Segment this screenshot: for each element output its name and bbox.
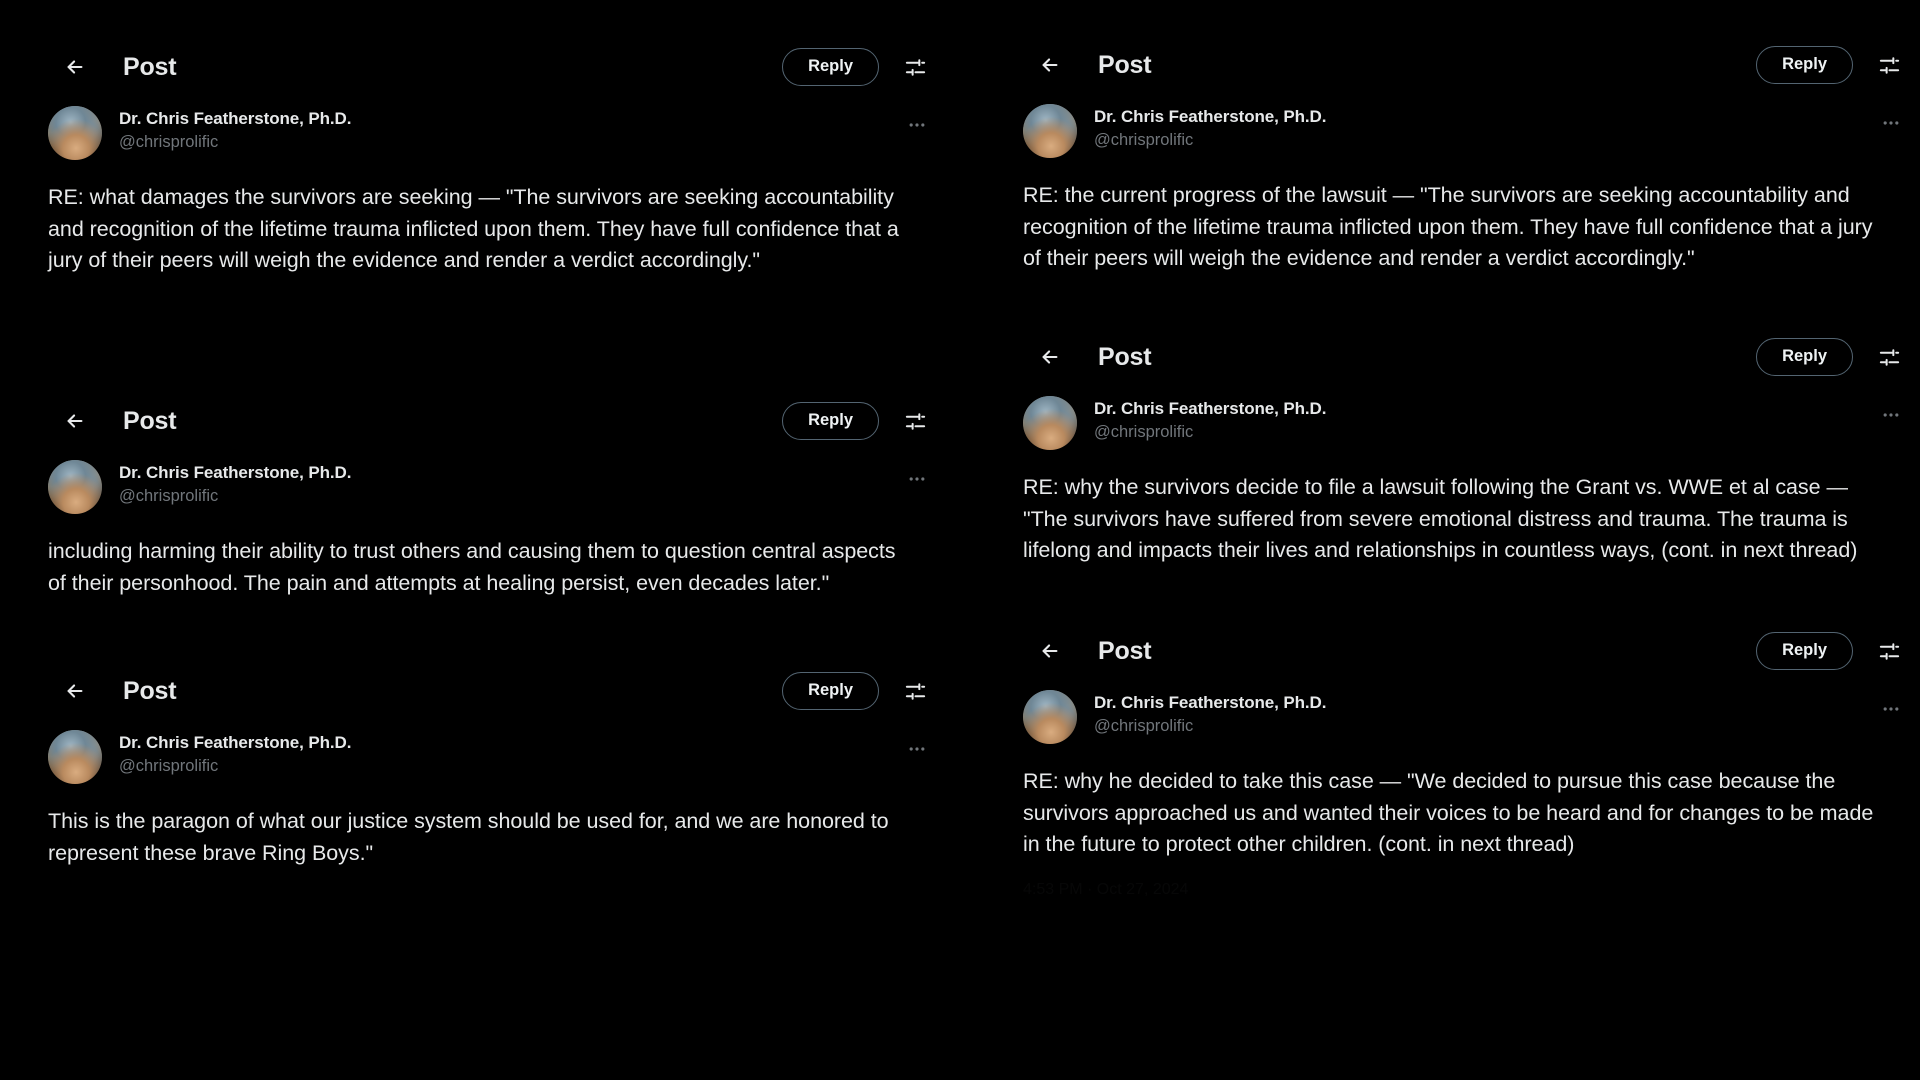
back-arrow-icon[interactable]: [58, 404, 92, 438]
post-body-text: RE: why he decided to take this case — "…: [1023, 769, 1880, 857]
author-row[interactable]: Dr. Chris Featherstone, Ph.D. @chrisprol…: [0, 106, 958, 160]
author-row[interactable]: Dr. Chris Featherstone, Ph.D. @chrisprol…: [0, 730, 958, 784]
post-header: Post Reply: [1003, 620, 1920, 682]
avatar[interactable]: [48, 460, 102, 514]
avatar-image: [48, 460, 102, 514]
post-panel: Post Reply Dr. Chris Featherstone, Ph.D.…: [1003, 326, 1920, 567]
avatar[interactable]: [1023, 690, 1077, 744]
post-header: Post Reply: [0, 390, 958, 452]
post-panel: Post Reply Dr. Chris Featherstone, Ph.D.…: [0, 660, 958, 869]
more-options-icon[interactable]: [902, 464, 932, 494]
post-panel: Post Reply Dr. Chris Featherstone, Ph.D.…: [0, 390, 958, 599]
author-name[interactable]: Dr. Chris Featherstone, Ph.D.: [119, 108, 351, 130]
post-panel: Post Reply Dr. Chris Featherstone, Ph.D.…: [1003, 620, 1920, 899]
author-handle[interactable]: @chrisprolific: [119, 755, 351, 779]
back-arrow-icon[interactable]: [58, 674, 92, 708]
post-header: Post Reply: [0, 660, 958, 722]
author-name[interactable]: Dr. Chris Featherstone, Ph.D.: [1094, 106, 1326, 128]
post-body-text: including harming their ability to trust…: [48, 539, 902, 595]
back-arrow-icon[interactable]: [1033, 48, 1067, 82]
author-text: Dr. Chris Featherstone, Ph.D. @chrisprol…: [1094, 104, 1326, 153]
author-name[interactable]: Dr. Chris Featherstone, Ph.D.: [1094, 692, 1326, 714]
author-handle[interactable]: @chrisprolific: [119, 485, 351, 509]
author-handle[interactable]: @chrisprolific: [1094, 421, 1326, 445]
author-text: Dr. Chris Featherstone, Ph.D. @chrisprol…: [1094, 396, 1326, 445]
reply-button[interactable]: Reply: [1756, 632, 1853, 670]
author-handle[interactable]: @chrisprolific: [119, 131, 351, 155]
page-title: Post: [123, 676, 177, 705]
author-text: Dr. Chris Featherstone, Ph.D. @chrisprol…: [1094, 690, 1326, 739]
sliders-icon[interactable]: [898, 50, 932, 84]
post-panel: Post Reply Dr. Chris Featherstone, Ph.D.…: [0, 36, 958, 277]
back-arrow-icon[interactable]: [1033, 634, 1067, 668]
author-text: Dr. Chris Featherstone, Ph.D. @chrisprol…: [119, 730, 351, 779]
reply-button[interactable]: Reply: [782, 48, 879, 86]
sliders-icon[interactable]: [1872, 340, 1906, 374]
avatar[interactable]: [1023, 396, 1077, 450]
avatar[interactable]: [48, 106, 102, 160]
reply-button[interactable]: Reply: [1756, 46, 1853, 84]
author-text: Dr. Chris Featherstone, Ph.D. @chrisprol…: [119, 106, 351, 155]
author-row[interactable]: Dr. Chris Featherstone, Ph.D. @chrisprol…: [1003, 104, 1920, 158]
more-options-icon[interactable]: [902, 110, 932, 140]
author-handle[interactable]: @chrisprolific: [1094, 129, 1326, 153]
avatar-image: [1023, 396, 1077, 450]
reply-button[interactable]: Reply: [782, 402, 879, 440]
page-title: Post: [1098, 636, 1152, 665]
more-options-icon[interactable]: [1876, 694, 1906, 724]
left-post-column: Post Reply Dr. Chris Featherstone, Ph.D.…: [0, 0, 958, 1080]
author-handle[interactable]: @chrisprolific: [1094, 715, 1326, 739]
author-name[interactable]: Dr. Chris Featherstone, Ph.D.: [1094, 398, 1326, 420]
post-body-text: RE: what damages the survivors are seeki…: [48, 185, 905, 273]
sliders-icon[interactable]: [1872, 48, 1906, 82]
avatar-image: [1023, 690, 1077, 744]
page-title: Post: [1098, 50, 1152, 79]
page-title: Post: [123, 406, 177, 435]
author-name[interactable]: Dr. Chris Featherstone, Ph.D.: [119, 732, 351, 754]
author-row[interactable]: Dr. Chris Featherstone, Ph.D. @chrisprol…: [0, 460, 958, 514]
page-title: Post: [123, 52, 177, 81]
avatar-image: [48, 106, 102, 160]
back-arrow-icon[interactable]: [1033, 340, 1067, 374]
reply-button[interactable]: Reply: [782, 672, 879, 710]
author-row[interactable]: Dr. Chris Featherstone, Ph.D. @chrisprol…: [1003, 690, 1920, 744]
post-header: Post Reply: [1003, 34, 1920, 96]
sliders-icon[interactable]: [898, 674, 932, 708]
author-name[interactable]: Dr. Chris Featherstone, Ph.D.: [119, 462, 351, 484]
avatar[interactable]: [48, 730, 102, 784]
sliders-icon[interactable]: [1872, 634, 1906, 668]
post-panel: Post Reply Dr. Chris Featherstone, Ph.D.…: [1003, 34, 1920, 275]
right-post-column: Post Reply Dr. Chris Featherstone, Ph.D.…: [1003, 0, 1920, 1080]
post-body-text: This is the paragon of what our justice …: [48, 809, 895, 865]
more-options-icon[interactable]: [1876, 108, 1906, 138]
avatar[interactable]: [1023, 104, 1077, 158]
author-text: Dr. Chris Featherstone, Ph.D. @chrisprol…: [119, 460, 351, 509]
sliders-icon[interactable]: [898, 404, 932, 438]
post-timestamp: 4:53 PM · Oct 27, 2024: [1023, 880, 1189, 898]
avatar-image: [1023, 104, 1077, 158]
post-header: Post Reply: [1003, 326, 1920, 388]
post-body-text: RE: the current progress of the lawsuit …: [1023, 183, 1879, 271]
post-header: Post Reply: [0, 36, 958, 98]
post-body-text: RE: why the survivors decide to file a l…: [1023, 475, 1858, 563]
author-row[interactable]: Dr. Chris Featherstone, Ph.D. @chrisprol…: [1003, 396, 1920, 450]
more-options-icon[interactable]: [1876, 400, 1906, 430]
screen-root: Post Reply Dr. Chris Featherstone, Ph.D.…: [0, 0, 1920, 1080]
page-title: Post: [1098, 342, 1152, 371]
back-arrow-icon[interactable]: [58, 50, 92, 84]
avatar-image: [48, 730, 102, 784]
more-options-icon[interactable]: [902, 734, 932, 764]
reply-button[interactable]: Reply: [1756, 338, 1853, 376]
